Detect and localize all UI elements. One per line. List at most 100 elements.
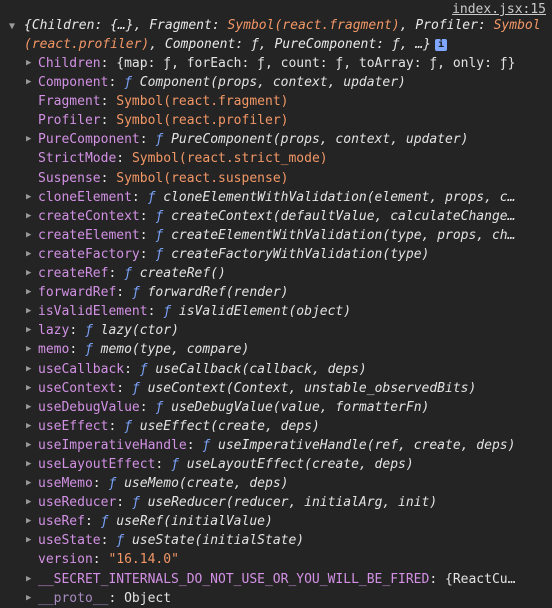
property-row[interactable]: ▶ createRef: ƒ createRef() <box>0 264 552 283</box>
property-row[interactable]: ▶ Children: {map: ƒ, forEach: ƒ, count: ƒ… <box>0 54 552 73</box>
property-key: useContext <box>38 380 117 396</box>
property-key: createFactory <box>38 246 140 262</box>
expand-arrow-icon[interactable]: ▶ <box>26 455 31 474</box>
expand-arrow-icon[interactable]: ▶ <box>26 512 31 531</box>
property-row[interactable]: ▶ __proto__: Object <box>0 589 552 608</box>
property-value: {ReactCu… <box>445 571 516 587</box>
property-value: Symbol(react.profiler) <box>116 113 289 129</box>
key-separator: : <box>429 571 445 587</box>
property-row[interactable]: ▶ useLayoutEffect: ƒ useLayoutEffect(crea… <box>0 455 552 474</box>
property-row[interactable]: ▶ useReducer: ƒ useReducer(reducer, initi… <box>0 493 552 512</box>
expand-arrow-icon[interactable]: ▶ <box>26 474 31 493</box>
property-key: useRef <box>38 514 85 530</box>
expand-arrow-icon[interactable]: ▶ <box>26 302 31 321</box>
property-row[interactable]: ▶ lazy: ƒ lazy(ctor) <box>0 321 552 340</box>
property-value: Object <box>124 590 172 606</box>
expand-arrow-icon[interactable]: ▶ <box>26 570 31 589</box>
summary-fragment-symbol: Symbol(react.fragment) <box>227 18 400 33</box>
property-key: Suspense <box>38 170 101 186</box>
property-row: version: "16.14.0" <box>0 550 552 569</box>
property-row[interactable]: ▶ useContext: ƒ useContext(Context, unsta… <box>0 379 552 398</box>
expand-arrow-icon[interactable]: ▶ <box>26 340 31 359</box>
property-row[interactable]: ▶ createElement: ƒ createElementWithValid… <box>0 226 552 245</box>
property-value: memo(type, compare) <box>100 342 250 358</box>
property-row[interactable]: ▶ useDebugValue: ƒ useDebugValue(value, f… <box>0 398 552 417</box>
property-key: Children <box>38 56 101 71</box>
key-separator: : <box>155 456 172 472</box>
property-row[interactable]: ▶ createFactory: ƒ createFactoryWithValid… <box>0 245 552 264</box>
property-value: lazy(ctor) <box>100 323 179 339</box>
property-key: StrictMode <box>38 151 117 167</box>
expand-arrow-icon[interactable]: ▶ <box>26 54 31 73</box>
property-value: {map: ƒ, forEach: ƒ, count: ƒ, toArray: … <box>116 56 516 71</box>
property-key: PureComponent <box>38 132 140 148</box>
expand-arrow-icon[interactable]: ▶ <box>26 264 31 283</box>
property-row[interactable]: ▶ PureComponent: ƒ PureComponent(props, c… <box>0 130 552 149</box>
property-row[interactable]: ▶ isValidElement: ƒ isValidElement(object… <box>0 302 552 321</box>
expand-arrow-icon[interactable]: ▶ <box>26 493 31 512</box>
property-value: createRef() <box>139 266 226 282</box>
property-key: isValidElement <box>38 304 148 320</box>
property-key: useLayoutEffect <box>38 456 156 472</box>
expand-arrow-icon[interactable]: ▶ <box>26 589 31 608</box>
property-value: useContext(Context, unstable_observedBit… <box>147 380 477 396</box>
property-row: Profiler: Symbol(react.profiler) <box>0 111 552 130</box>
property-value: useDebugValue(value, formatterFn) <box>171 399 430 415</box>
summary-text-end: , Component: ƒ, PureComponent: ƒ, …} <box>149 37 431 52</box>
property-value: useCallback(callback, deps) <box>155 361 367 377</box>
property-value: useLayoutEffect(create, deps) <box>186 456 414 472</box>
object-summary[interactable]: ▼ {Children: {…}, Fragment: Symbol(react… <box>0 16 552 54</box>
expand-arrow-icon[interactable]: ▶ <box>26 360 31 379</box>
property-row[interactable]: ▶ useEffect: ƒ useEffect(create, deps) <box>0 417 552 436</box>
property-row: Fragment: Symbol(react.fragment) <box>0 92 552 111</box>
expand-arrow-icon[interactable]: ▶ <box>26 245 31 264</box>
expand-arrow-icon[interactable]: ▶ <box>26 207 31 226</box>
expand-arrow-icon[interactable]: ▶ <box>26 188 31 207</box>
expand-arrow-icon[interactable]: ▶ <box>26 130 31 149</box>
property-row[interactable]: ▶ useImperativeHandle: ƒ useImperativeHan… <box>0 436 552 455</box>
key-separator: : <box>108 266 125 282</box>
key-separator: : <box>108 418 125 434</box>
expand-arrow-icon[interactable]: ▶ <box>26 321 31 340</box>
key-separator: : <box>139 132 156 148</box>
property-row[interactable]: ▶ Component: ƒ Component(props, context, … <box>0 73 552 92</box>
property-row: Suspense: Symbol(react.suspense) <box>0 169 552 188</box>
property-row[interactable]: ▶ useMemo: ƒ useMemo(create, deps) <box>0 474 552 493</box>
property-row[interactable]: ▶ cloneElement: ƒ cloneElementWithValidat… <box>0 188 552 207</box>
property-row[interactable]: ▶ useRef: ƒ useRef(initialValue) <box>0 512 552 531</box>
property-value: useState(initialState) <box>131 533 305 549</box>
property-value: Symbol(react.fragment) <box>116 94 289 110</box>
property-row[interactable]: ▶ createContext: ƒ createContext(defaultV… <box>0 207 552 226</box>
property-key: lazy <box>38 323 70 339</box>
collapse-arrow-icon[interactable]: ▼ <box>9 17 15 36</box>
property-row[interactable]: ▶ forwardRef: ƒ forwardRef(render) <box>0 283 552 302</box>
expand-arrow-icon[interactable]: ▶ <box>26 531 31 550</box>
key-separator: : <box>116 380 132 396</box>
key-separator: : <box>100 56 117 71</box>
property-row[interactable]: ▶ useState: ƒ useState(initialState) <box>0 531 552 550</box>
console-output: index.jsx:15 ▼ {Children: {…}, Fragment:… <box>0 0 552 606</box>
property-row[interactable]: ▶ useCallback: ƒ useCallback(callback, de… <box>0 360 552 379</box>
expand-arrow-icon[interactable]: ▶ <box>26 398 31 417</box>
expand-arrow-icon[interactable]: ▶ <box>26 379 31 398</box>
property-key: forwardRef <box>38 285 117 301</box>
function-keyword: ƒ <box>84 323 93 339</box>
property-row[interactable]: ▶ __SECRET_INTERNALS_DO_NOT_USE_OR_YOU_WI… <box>0 570 552 589</box>
info-icon[interactable]: i <box>435 38 447 51</box>
key-separator: : <box>116 285 132 301</box>
expand-arrow-icon[interactable]: ▶ <box>26 436 31 455</box>
expand-arrow-icon[interactable]: ▶ <box>26 73 31 92</box>
property-key: useImperativeHandle <box>38 437 187 453</box>
expand-arrow-icon[interactable]: ▶ <box>26 283 31 302</box>
property-row[interactable]: ▶ memo: ƒ memo(type, compare) <box>0 340 552 359</box>
key-separator: : <box>100 113 117 129</box>
expand-arrow-icon[interactable]: ▶ <box>26 417 31 436</box>
expand-arrow-icon[interactable]: ▶ <box>26 226 31 245</box>
